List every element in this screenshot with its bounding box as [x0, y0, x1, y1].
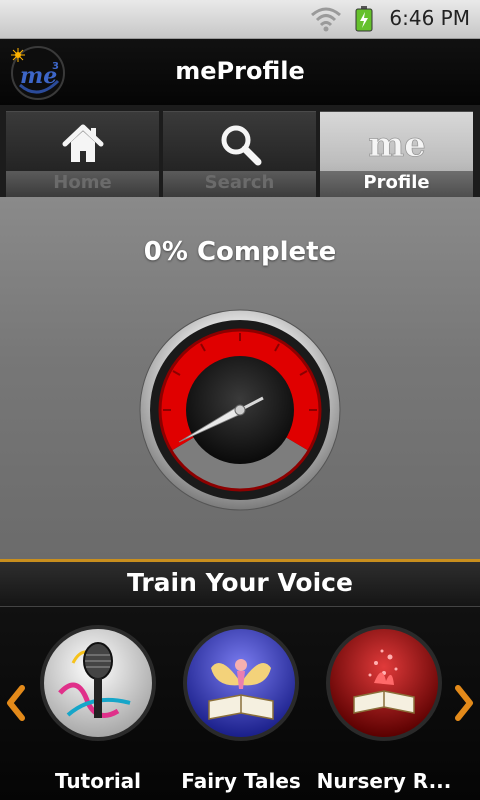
- app-header: me 3 meProfile: [0, 39, 480, 105]
- section-title: Train Your Voice: [127, 568, 353, 597]
- home-icon: [62, 124, 103, 162]
- wifi-icon: [311, 7, 341, 32]
- train-item-label: Fairy Tales: [181, 769, 301, 793]
- tab-home-label: Home: [53, 172, 112, 193]
- train-carousel: Tutorial Fairy Tales Nursery R...: [0, 607, 480, 800]
- tab-profile-label: Profile: [363, 172, 430, 193]
- tab-search-label: Search: [204, 172, 275, 193]
- profile-progress-panel: 0% Complete: [0, 197, 480, 562]
- train-item-fairy-tales[interactable]: Fairy Tales: [179, 623, 303, 793]
- train-item-label: Nursery R...: [316, 769, 452, 793]
- tab-home[interactable]: Home: [6, 111, 159, 197]
- status-bar: 6:46 PM: [0, 0, 480, 39]
- train-item-tutorial[interactable]: Tutorial: [36, 623, 160, 793]
- status-time: 6:46 PM: [389, 6, 470, 30]
- train-item-label: Tutorial: [54, 769, 142, 793]
- search-icon: [221, 125, 261, 166]
- page-title: meProfile: [175, 57, 305, 85]
- battery-charging-icon: [355, 6, 373, 32]
- svg-text:me: me: [368, 125, 426, 165]
- train-section-header: Train Your Voice: [0, 562, 480, 607]
- progress-label: 0% Complete: [143, 237, 337, 267]
- tab-bar: Home Search me Profile: [0, 105, 480, 197]
- chevron-left-icon[interactable]: [6, 685, 26, 721]
- tab-search[interactable]: Search: [163, 111, 316, 197]
- me-icon: me: [367, 125, 426, 166]
- magic-book-icon: [326, 625, 442, 741]
- progress-gauge: [139, 309, 341, 511]
- microphone-icon: [40, 625, 156, 741]
- train-item-nursery-rhymes[interactable]: Nursery R...: [317, 623, 451, 793]
- fairy-book-icon: [183, 625, 299, 741]
- tab-profile[interactable]: me Profile: [320, 111, 473, 197]
- chevron-right-icon[interactable]: [454, 685, 474, 721]
